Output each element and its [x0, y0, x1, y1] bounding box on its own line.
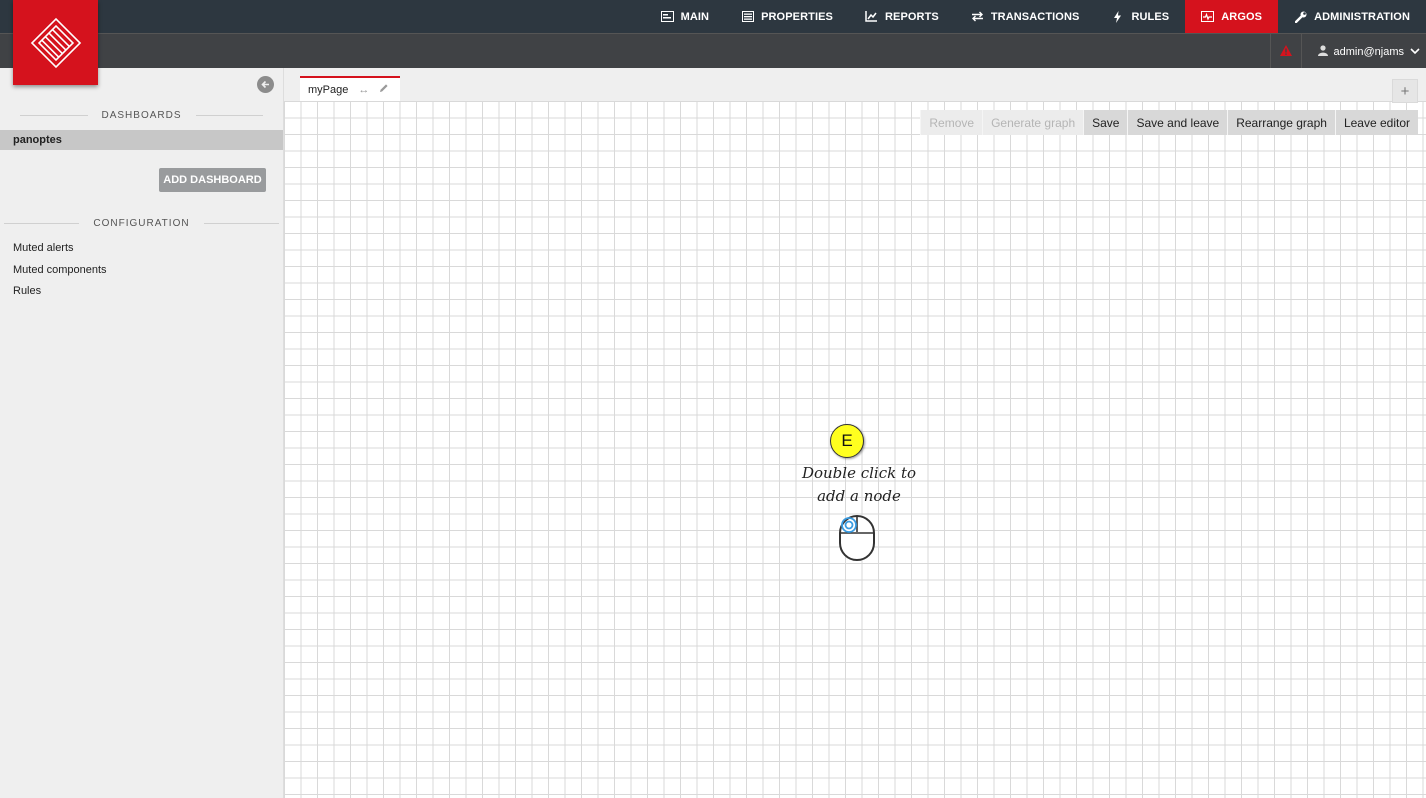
- mouse-double-click-icon: [837, 512, 879, 569]
- page-tab-bar: myPage ↔ +: [284, 68, 1426, 103]
- nav-administration[interactable]: ADMINISTRATION: [1278, 0, 1426, 33]
- main-icon: [660, 10, 674, 23]
- tab-label: myPage: [308, 83, 349, 96]
- nav-transactions-label: TRANSACTIONS: [990, 10, 1080, 23]
- generate-graph-button[interactable]: Generate graph: [982, 110, 1084, 135]
- lightning-icon: [1111, 10, 1124, 23]
- leave-editor-button[interactable]: Leave editor: [1334, 110, 1418, 135]
- nav-main[interactable]: MAIN: [645, 0, 726, 33]
- dashboard-item-panoptes[interactable]: panoptes: [0, 130, 283, 150]
- warning-triangle-icon: [1280, 43, 1292, 61]
- divider: [4, 223, 80, 224]
- configuration-heading-label: CONFIGURATION: [93, 218, 190, 229]
- annotation-marker: E: [830, 424, 864, 458]
- nav-argos-label: ARGOS: [1221, 10, 1263, 23]
- config-link-muted-components[interactable]: Muted components: [13, 264, 107, 276]
- wrench-icon: [1294, 10, 1307, 23]
- alerts-button[interactable]: [1270, 34, 1302, 69]
- add-tab-button[interactable]: +: [1392, 79, 1418, 103]
- app-logo[interactable]: [13, 0, 98, 85]
- nav-properties-label: PROPERTIES: [761, 10, 833, 23]
- top-navigation-bar: MAIN PROPERTIES REPORTS TRANSACTIONS RUL…: [0, 0, 1426, 33]
- dashboards-heading: DASHBOARDS: [0, 110, 283, 121]
- rearrange-graph-button[interactable]: Rearrange graph: [1227, 110, 1335, 135]
- logo-icon: [30, 17, 81, 68]
- graph-editor-canvas[interactable]: myPage ↔ + Remove Generate graph Save Sa…: [284, 68, 1426, 798]
- config-link-muted-alerts[interactable]: Muted alerts: [13, 242, 74, 254]
- properties-icon: [741, 10, 754, 23]
- argos-monitor-icon: [1201, 10, 1215, 23]
- divider: [20, 115, 88, 116]
- nav-reports-label: REPORTS: [884, 10, 939, 23]
- resize-arrows-icon[interactable]: ↔: [358, 84, 369, 96]
- empty-canvas-hint: Double click to add a node: [801, 464, 917, 505]
- nav-reports[interactable]: REPORTS: [849, 0, 955, 33]
- dashboards-heading-label: DASHBOARDS: [101, 110, 182, 121]
- user-menu[interactable]: admin@njams: [1317, 34, 1420, 69]
- reports-chart-icon: [865, 10, 878, 23]
- sidebar: DASHBOARDS panoptes ADD DASHBOARD CONFIG…: [0, 68, 284, 798]
- nav-transactions[interactable]: TRANSACTIONS: [955, 0, 1096, 33]
- secondary-bar: admin@njams: [0, 33, 1426, 69]
- config-link-rules[interactable]: Rules: [13, 285, 41, 297]
- nav-main-label: MAIN: [680, 10, 710, 23]
- dashboard-item-label: panoptes: [13, 134, 62, 146]
- transactions-arrows-icon: [971, 10, 984, 23]
- nav-rules-label: RULES: [1131, 10, 1170, 23]
- user-name: admin@njams: [1333, 45, 1404, 58]
- nav-argos[interactable]: ARGOS: [1185, 0, 1279, 33]
- user-icon: [1317, 44, 1328, 59]
- divider: [195, 115, 264, 116]
- tab-mypage[interactable]: myPage ↔: [300, 76, 400, 101]
- nav-administration-label: ADMINISTRATION: [1314, 10, 1410, 23]
- save-button[interactable]: Save: [1083, 110, 1128, 135]
- nav-rules[interactable]: RULES: [1095, 0, 1185, 33]
- configuration-heading: CONFIGURATION: [0, 218, 283, 229]
- editor-toolbar: Remove Generate graph Save Save and leav…: [920, 110, 1418, 135]
- save-and-leave-button[interactable]: Save and leave: [1127, 110, 1228, 135]
- nav-properties[interactable]: PROPERTIES: [725, 0, 849, 33]
- chevron-down-icon: [1410, 46, 1420, 58]
- divider: [203, 223, 279, 224]
- main-menu: MAIN PROPERTIES REPORTS TRANSACTIONS RUL…: [645, 0, 1426, 33]
- add-dashboard-button[interactable]: ADD DASHBOARD: [159, 168, 266, 192]
- arrow-left-icon: [261, 76, 270, 94]
- collapse-sidebar-button[interactable]: [257, 76, 274, 93]
- pencil-icon[interactable]: [379, 83, 389, 96]
- remove-button[interactable]: Remove: [920, 110, 983, 135]
